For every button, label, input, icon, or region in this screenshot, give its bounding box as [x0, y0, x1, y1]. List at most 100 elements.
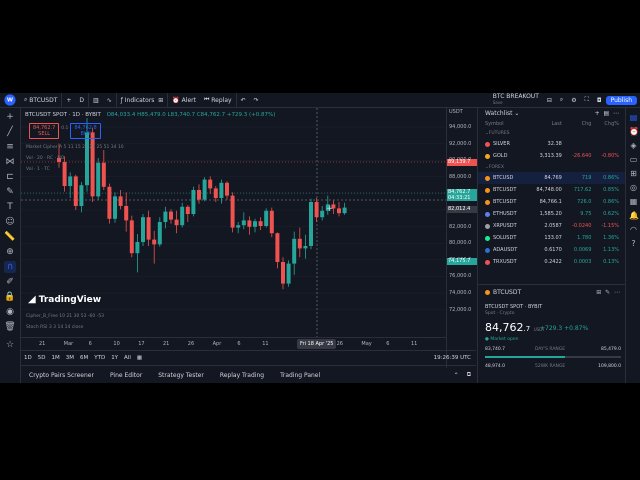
utc-clock[interactable]: 19:26:39 UTC — [434, 355, 471, 361]
tab-trading-panel[interactable]: Trading Panel — [272, 372, 328, 379]
range-1m[interactable]: 1M — [48, 355, 62, 361]
trend-line-icon[interactable]: ╱ — [4, 126, 16, 138]
target-icon[interactable]: ◎ — [629, 183, 638, 192]
chat-icon[interactable]: ▭ — [629, 155, 638, 164]
layout-menu[interactable]: BTC BREAKOUT Save — [489, 93, 543, 107]
range-6m[interactable]: 6M — [77, 355, 91, 361]
watchlist-row[interactable]: SILVER 32.38 — [478, 138, 626, 150]
watchlist-title[interactable]: Watchlist — [485, 110, 513, 117]
crosshair-icon[interactable]: + — [4, 111, 16, 123]
maximize-panel-icon[interactable]: ⧉ — [462, 371, 476, 379]
settings-button[interactable]: ⚙ — [567, 93, 580, 107]
watchlist-row[interactable]: XRPUSDT 2.0587 -0.0240 -1.15% — [478, 220, 626, 232]
candle-body[interactable] — [163, 211, 168, 222]
candle-body[interactable] — [309, 202, 313, 246]
edit-icon[interactable]: ✎ — [605, 289, 610, 296]
tab-strategy-tester[interactable]: Strategy Tester — [150, 372, 212, 379]
magnet-icon[interactable]: ∩ — [4, 261, 16, 273]
candle-body[interactable] — [281, 262, 285, 284]
candle-body[interactable] — [185, 206, 190, 214]
candle-body[interactable] — [236, 225, 241, 228]
bell-icon[interactable]: 🔔 — [629, 211, 639, 220]
candle-body[interactable] — [225, 182, 229, 196]
zoom-icon[interactable]: ⊕ — [4, 246, 16, 258]
candle-body[interactable] — [297, 238, 302, 249]
watchlist-row[interactable]: TRXUSDT 0.2422 0.0003 0.13% — [478, 256, 626, 268]
snapshot-button[interactable]: ◘ — [593, 93, 606, 107]
forecast-icon[interactable]: ⊏ — [4, 171, 16, 183]
candle-body[interactable] — [337, 208, 341, 214]
candle-body[interactable] — [303, 246, 308, 249]
candle-body[interactable] — [169, 211, 173, 220]
candle-body[interactable] — [286, 263, 291, 284]
emoji-icon[interactable]: ☺ — [4, 216, 16, 228]
sell-button[interactable]: 84,762.7 SELL — [29, 123, 60, 139]
publish-button[interactable]: Publish — [605, 95, 637, 105]
pattern-icon[interactable]: ⋈ — [4, 156, 16, 168]
candle-body[interactable] — [141, 217, 145, 242]
col-chg[interactable]: Chg — [562, 121, 592, 127]
ideas-icon[interactable]: ⊞ — [629, 169, 638, 178]
layers-icon[interactable]: ◈ — [629, 141, 638, 150]
indicator-volume-tc[interactable]: Vol · 1 · TC — [26, 164, 124, 175]
chevron-down-icon[interactable]: ⌄ — [513, 110, 519, 117]
candle-body[interactable] — [107, 186, 112, 219]
date-range-icon[interactable]: ▦ — [134, 355, 145, 361]
candle-body[interactable] — [135, 242, 140, 254]
candle-body[interactable] — [174, 219, 179, 226]
brush-icon[interactable]: ✎ — [4, 186, 16, 198]
lock-drawings-icon[interactable]: ✐ — [4, 276, 16, 288]
candle-body[interactable] — [73, 176, 78, 206]
candle-body[interactable] — [342, 207, 347, 214]
details-symbol[interactable]: BTCUSDT — [485, 289, 521, 296]
watchlist-row[interactable]: GOLD 3,313.39 -26.640 -0.80% — [478, 150, 626, 162]
layout-icon[interactable]: ▤ — [604, 110, 613, 117]
tab-replay-trading[interactable]: Replay Trading — [212, 372, 272, 379]
fib-icon[interactable]: ≡ — [4, 141, 16, 153]
candle-body[interactable] — [230, 195, 235, 228]
tab-pine-editor[interactable]: Pine Editor — [102, 372, 150, 379]
calendar-icon[interactable]: ▦ — [629, 197, 638, 206]
candle-body[interactable] — [258, 221, 263, 226]
indicator-volume[interactable]: Vol · 20 · RC · NO — [26, 153, 124, 164]
eye-icon[interactable]: ◉ — [4, 306, 16, 318]
candle-body[interactable] — [269, 210, 274, 234]
indicator-stoch-rsi[interactable]: Stoch RSI 3 3 14 14 close — [26, 322, 104, 333]
candle-body[interactable] — [314, 202, 319, 218]
range-1y[interactable]: 1Y — [108, 355, 121, 361]
layout-grid-button[interactable]: ⊟ — [543, 93, 556, 107]
bar-style-button[interactable]: ▥ — [89, 93, 103, 107]
candle-body[interactable] — [180, 206, 185, 226]
user-avatar[interactable]: W — [4, 94, 16, 106]
candle-body[interactable] — [124, 206, 129, 221]
fullscreen-button[interactable]: ⛶ — [581, 93, 593, 107]
watchlist-row[interactable]: BTCUSDT 84,766.1 726.0 0.86% — [478, 196, 626, 208]
watchlist-icon[interactable]: ▤ — [629, 113, 638, 122]
range-3m[interactable]: 3M — [63, 355, 77, 361]
price-axis[interactable]: USDT 94,000.092,000.090,000.088,000.086,… — [446, 108, 478, 368]
replay-button[interactable]: ⏮ Replay — [200, 93, 237, 107]
signal-icon[interactable]: ◠ — [629, 225, 638, 234]
favorites-icon[interactable]: ☆ — [4, 339, 16, 351]
candle-body[interactable] — [247, 220, 252, 227]
add-symbol-button[interactable]: + — [62, 93, 75, 107]
candle-body[interactable] — [253, 221, 257, 227]
candle-body[interactable] — [118, 196, 123, 206]
quick-search-button[interactable]: ⌕ — [556, 93, 567, 107]
grid-icon[interactable]: ⊞ — [596, 289, 601, 296]
col-symbol[interactable]: Symbol — [485, 121, 532, 127]
range-5d[interactable]: 5D — [35, 355, 49, 361]
col-last[interactable]: Last — [532, 121, 561, 127]
candle-body[interactable] — [152, 239, 157, 245]
candle-body[interactable] — [219, 182, 224, 198]
time-axis[interactable]: 21Mar610172126Apr6111826May611 Fri 18 Ap… — [21, 337, 446, 350]
range-all[interactable]: All — [121, 355, 134, 361]
watchlist-row[interactable]: ADAUSDT 0.6170 0.0069 1.13% — [478, 244, 626, 256]
interval-button[interactable]: D — [75, 93, 90, 107]
more-icon[interactable]: ⋯ — [613, 110, 619, 117]
lock-icon[interactable]: 🔒 — [4, 291, 16, 303]
candle-body[interactable] — [275, 233, 280, 262]
alerts-icon[interactable]: ⏰ — [629, 127, 639, 136]
watchlist-row[interactable]: SOLUSDT 133.07 1.780 1.36% — [478, 232, 626, 244]
candle-body[interactable] — [68, 176, 73, 186]
